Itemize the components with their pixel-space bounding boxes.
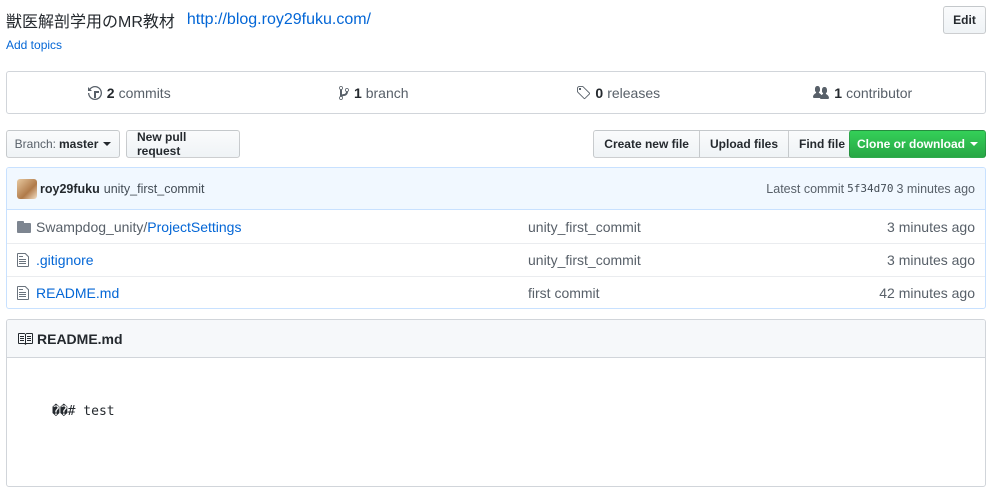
tag-icon [577,85,591,99]
file-age: 3 minutes ago [887,252,975,268]
releases-count: 0 [595,84,604,101]
latest-commit-label: Latest commit [766,181,845,196]
clone-or-download-label: Clone or download [857,137,965,151]
file-commit-message[interactable]: first commit [528,285,600,301]
new-pull-request-button[interactable]: New pull request [126,130,240,158]
releases-summary[interactable]: 0 releases [496,85,741,101]
repo-website-link[interactable]: http://blog.roy29fuku.com/ [187,11,371,29]
upload-files-button[interactable]: Upload files [698,130,789,158]
book-icon [18,332,33,345]
file-age: 3 minutes ago [887,218,975,235]
clone-or-download-button[interactable]: Clone or download [849,130,986,158]
file-name-link[interactable]: .gitignore [36,252,94,268]
repo-description-text: 獣医解剖学用のMR教材 [6,14,175,31]
file-name-link[interactable]: ProjectSettings [147,219,241,235]
caret-down-icon [970,142,978,146]
repo-description: 獣医解剖学用のMR教材 http://blog.roy29fuku.com/ [6,8,371,32]
branches-label: branch [365,84,409,101]
caret-down-icon [103,142,112,146]
readme-panel: README.md ��# test [6,319,986,487]
contributors-summary[interactable]: 1 contributor [741,85,986,101]
add-topics-link[interactable]: Add topics [6,38,62,52]
file-icon [17,252,33,268]
commits-summary[interactable]: 2 commits [7,85,252,101]
commit-author-link[interactable]: roy29fuku [40,182,100,196]
commit-age: 3 minutes ago [896,181,975,196]
branches-count: 1 [353,84,362,101]
file-age: 42 minutes ago [879,285,975,301]
commit-sha-link[interactable]: 5f34d70 [847,182,893,195]
file-actions-group: Create new file Upload files Find file [593,130,856,158]
history-icon [87,85,102,100]
branches-summary[interactable]: 1 branch [252,85,497,101]
commits-label: commits [118,84,171,101]
branch-prefix: Branch: [14,137,56,151]
repo-summary: 2 commits 1 branch 0 releases 1 contribu… [6,71,986,114]
releases-label: releases [607,84,661,101]
commit-message-link[interactable]: unity_first_commit [104,182,205,196]
file-commit-message[interactable]: unity_first_commit [528,219,641,235]
file-name-prefix: Swampdog_unity/ [36,218,148,235]
table-row: Swampdog_unity/ProjectSettings unity_fir… [7,210,985,243]
create-new-file-button[interactable]: Create new file [593,130,700,158]
contributors-count: 1 [834,84,843,101]
people-icon [813,85,830,99]
branch-name: master [59,137,99,151]
commits-count: 2 [106,84,115,101]
find-file-button[interactable]: Find file [788,130,856,158]
latest-commit-bar: roy29fuku unity_first_commit Latest comm… [7,168,985,210]
git-branch-icon [338,85,349,100]
avatar[interactable] [17,178,37,199]
file-name[interactable]: Swampdog_unity/ProjectSettings [36,219,241,235]
readme-title: README.md [37,330,123,347]
folder-icon [17,219,33,235]
table-row: README.md first commit 42 minutes ago [7,276,985,308]
table-row: .gitignore unity_first_commit 3 minutes … [7,243,985,276]
edit-button[interactable]: Edit [943,6,986,34]
file-name-link[interactable]: README.md [36,285,119,301]
branch-select-button[interactable]: Branch: master [6,130,120,158]
readme-content: ��# test [52,404,115,419]
readme-header: README.md [7,320,985,358]
file-name[interactable]: .gitignore [36,252,94,268]
contributors-label: contributor [846,84,913,101]
file-icon [17,285,33,301]
file-listing: roy29fuku unity_first_commit Latest comm… [6,167,986,309]
file-name[interactable]: README.md [36,285,119,301]
file-commit-message[interactable]: unity_first_commit [528,252,641,268]
